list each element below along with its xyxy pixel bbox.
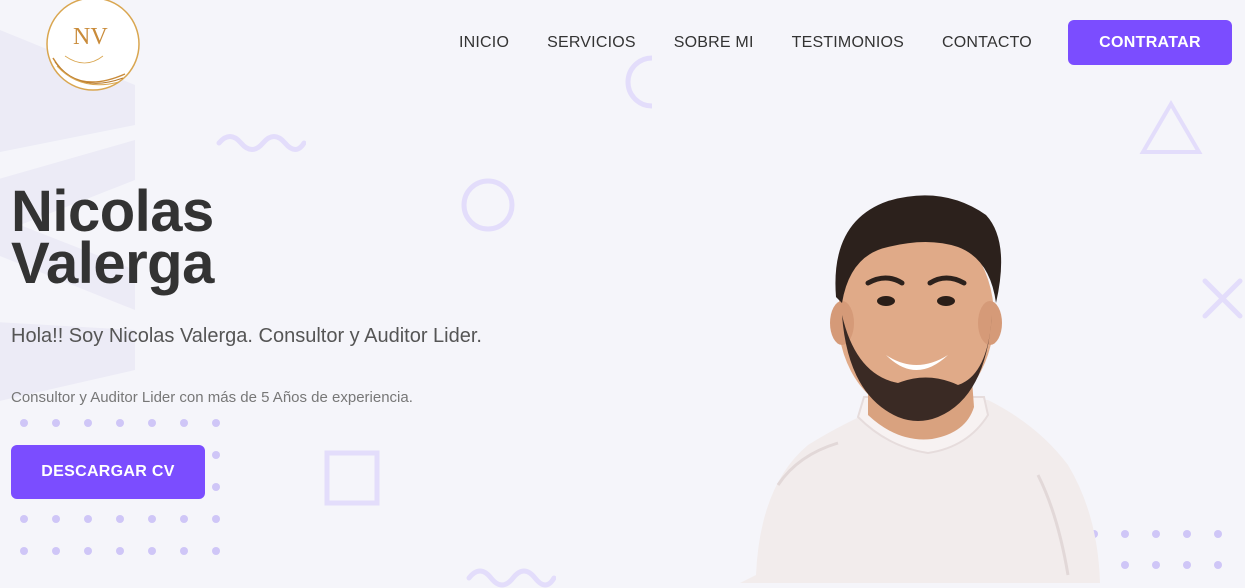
profile-photo — [740, 195, 1100, 583]
main-nav: INICIO SERVICIOS SOBRE MI TESTIMONIOS CO… — [459, 33, 1070, 53]
decoration-dot — [52, 419, 60, 427]
arc-decoration-icon — [625, 55, 653, 109]
decoration-dot — [148, 419, 156, 427]
decoration-dot — [1183, 530, 1191, 538]
decoration-dot — [20, 547, 28, 555]
decoration-dot — [84, 547, 92, 555]
decoration-dot — [1214, 561, 1222, 569]
circle-decoration-icon — [461, 178, 515, 232]
decoration-dot — [1121, 530, 1129, 538]
decoration-dot — [212, 515, 220, 523]
decoration-dot — [116, 419, 124, 427]
decoration-dot — [52, 515, 60, 523]
decoration-dot — [1152, 561, 1160, 569]
decoration-dot — [116, 515, 124, 523]
decoration-dot — [148, 515, 156, 523]
nav-item-servicios[interactable]: SERVICIOS — [547, 33, 636, 53]
decoration-dot — [1183, 561, 1191, 569]
decoration-dot — [212, 419, 220, 427]
square-decoration-icon — [324, 450, 380, 506]
decoration-dot — [180, 515, 188, 523]
nav-item-inicio[interactable]: INICIO — [459, 33, 509, 53]
nav-item-sobre-mi[interactable]: SOBRE MI — [674, 33, 754, 53]
decoration-dot — [84, 419, 92, 427]
decoration-dot — [180, 547, 188, 555]
hero-subtitle: Consultor y Auditor Lider con más de 5 A… — [11, 389, 413, 406]
decoration-dot — [212, 547, 220, 555]
nav-item-contacto[interactable]: CONTACTO — [942, 33, 1032, 53]
decoration-dot — [180, 419, 188, 427]
hero-name-last: Valerga — [11, 231, 214, 296]
decoration-dot — [116, 547, 124, 555]
wave-decoration-icon — [216, 134, 306, 152]
wave-decoration-bottom-icon — [466, 568, 556, 588]
nav-item-testimonios[interactable]: TESTIMONIOS — [792, 33, 904, 53]
decoration-dot — [1152, 530, 1160, 538]
decoration-dot — [1214, 530, 1222, 538]
hire-button[interactable]: CONTRATAR — [1068, 20, 1232, 65]
hero-intro: Hola!! Soy Nicolas Valerga. Consultor y … — [11, 325, 482, 347]
decoration-dot — [20, 419, 28, 427]
decoration-dot — [212, 451, 220, 459]
cross-decoration-icon — [1202, 278, 1243, 319]
decoration-dot — [84, 515, 92, 523]
logo-initials: NV — [73, 24, 108, 50]
logo[interactable]: NV — [45, 0, 141, 92]
decoration-dot — [52, 547, 60, 555]
decoration-dot — [212, 483, 220, 491]
download-cv-button[interactable]: DESCARGAR CV — [11, 445, 205, 499]
decoration-dot — [1121, 561, 1129, 569]
decoration-dot — [148, 547, 156, 555]
decoration-dot — [20, 515, 28, 523]
hero-name: Nicolas Valerga — [11, 183, 214, 293]
triangle-decoration-icon — [1139, 100, 1203, 154]
